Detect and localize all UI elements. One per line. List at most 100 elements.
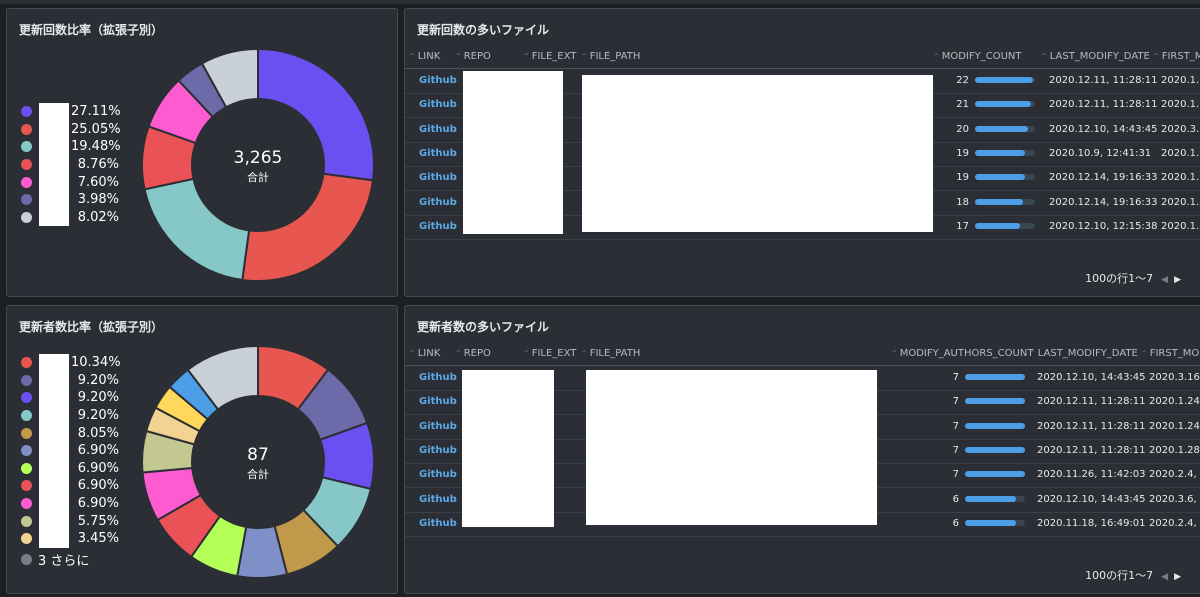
github-link[interactable]: Github [419,518,457,529]
table-header: ⌃ LINK ⌃ REPO ⌃ FILE_EXT ⌃ FILE_PATH ⌃ MODIFY… [405,343,1200,366]
count-cell: 7 [952,469,959,481]
github-link[interactable]: Github [419,396,457,407]
pie-panel-authors-count: 更新者数比率（拡張子別） 10.34% 9.20% 9.20% 9.20% 8.05% 6… [6,305,398,594]
count-cell: 18 [956,196,969,208]
last-modify-date-cell: 2020.12.11, 11:28:11 [1049,75,1158,86]
last-modify-date-cell: 2020.11.26, 11:42:03 [1037,469,1146,481]
col-header-file-ext[interactable]: ⌃ FILE_EXT [523,348,576,359]
count-bar-track [965,471,1025,478]
github-link[interactable]: Github [419,197,457,208]
first-modify-date-cell: 2020.2.4, [1149,469,1197,481]
pie-slice[interactable] [143,177,251,282]
last-modify-date-cell: 2020.12.14, 19:16:33 [1049,172,1158,184]
github-link[interactable]: Github [419,421,457,432]
count-bar-fill [975,198,1023,205]
last-modify-date-cell: 2020.12.11, 11:28:11 [1037,444,1146,456]
count-bar-track [965,398,1025,405]
count-bar-fill [965,374,1025,380]
count-bar-fill [975,174,1026,181]
first-modify-date-cell: 2020.1. [1161,220,1200,232]
pagination: 100の行1〜7 ◀ ▶ [1085,270,1181,286]
count-bar-track [975,198,1035,205]
github-link[interactable]: Github [419,99,457,110]
prev-page-icon[interactable]: ◀ [1161,572,1168,582]
github-link[interactable]: Github [419,75,457,86]
pagination-label: 100の行1〜7 [1085,569,1154,582]
github-link[interactable]: Github [419,124,457,135]
count-bar-track [965,422,1025,429]
count-bar-track [975,149,1035,156]
panel-title: 更新回数の多いファイル [417,23,550,37]
first-modify-date-cell: 2020.2.4, [1149,517,1197,529]
count-bar-fill [975,125,1028,132]
first-modify-date-cell: 2020.1.28 [1149,444,1200,456]
github-link[interactable]: Github [419,221,457,232]
col-header-last-modify-date[interactable]: ⌃ LAST_MODIFY_DATE [1041,51,1150,62]
count-cell: 6 [952,493,959,505]
count-bar-fill [965,495,1017,502]
table-panel-modify-count: 更新回数の多いファイル ⌃ LINK ⌃ REPO ⌃ FILE_EXT ⌃ FILE_… [404,8,1200,297]
last-modify-date-cell: 2020.12.10, 14:43:45 [1037,372,1146,383]
github-link[interactable]: Github [419,445,457,456]
first-modify-date-cell: 2020.3. [1161,123,1200,135]
github-link[interactable]: Github [419,494,457,505]
last-modify-date-cell: 2020.12.14, 19:16:33 [1049,196,1158,208]
donut-total-label: 合計 [247,467,269,481]
table-header: ⌃ LINK ⌃ REPO ⌃ FILE_EXT ⌃ FILE_PATH ⌃ MODIFY… [405,46,1200,69]
first-modify-date-cell: 2020.1. [1161,196,1200,208]
count-bar-fill [965,422,1025,429]
count-bar-track [965,495,1025,502]
col-header-link[interactable]: ⌃ LINK [409,51,440,62]
donut-total: 3,265 [234,148,283,168]
redacted-repo-column [463,71,563,234]
col-header-repo[interactable]: ⌃ REPO [455,348,491,359]
count-cell: 21 [956,99,969,111]
col-header-file-path[interactable]: ⌃ FILE_PATH [581,51,640,62]
panel-title: 更新者数の多いファイル [417,320,550,334]
pagination-label: 100の行1〜7 [1085,272,1154,285]
count-bar-track [975,125,1035,132]
col-header-last-modify-date[interactable]: ⌃ LAST_MODIFY_DATE [1029,348,1138,359]
first-modify-date-cell: 2020.1.24 [1149,396,1200,408]
col-header-file-ext[interactable]: ⌃ FILE_EXT [523,51,576,62]
first-modify-date-cell: 2020.3.16 [1149,372,1200,383]
col-header-first-modify-date[interactable]: ⌃ FIRST_MO [1141,348,1199,359]
github-link[interactable]: Github [419,172,457,183]
last-modify-date-cell: 2020.12.10, 14:43:45 [1049,123,1158,135]
count-bar-fill [965,398,1025,405]
col-header-modify-authors-count[interactable]: ⌃ MODIFY_AUTHORS_COUNT [891,348,1033,359]
count-cell: 7 [952,396,959,408]
last-modify-date-cell: 2020.12.11, 11:28:11 [1037,396,1146,408]
first-modify-date-cell: 2020.3.6, [1149,493,1197,505]
last-modify-date-cell: 2020.10.9, 12:41:31 [1049,147,1152,159]
prev-page-icon[interactable]: ◀ [1161,275,1168,285]
donut-chart: 3,265 合計 [141,47,375,282]
count-cell: 19 [956,147,969,159]
redacted-repo-column [462,370,554,527]
github-link[interactable]: Github [419,372,457,383]
count-bar-track [965,519,1025,526]
redacted-file-path-column [586,370,877,525]
donut-total: 87 [247,445,269,465]
count-cell: 7 [952,372,959,383]
next-page-icon[interactable]: ▶ [1174,572,1181,582]
donut-chart: 87 合計 [141,344,375,579]
next-page-icon[interactable]: ▶ [1174,275,1181,285]
col-header-modify-count[interactable]: ⌃ MODIFY_COUNT [933,51,1021,62]
github-link[interactable]: Github [419,469,457,480]
count-bar-fill [965,519,1017,526]
github-link[interactable]: Github [419,148,457,159]
last-modify-date-cell: 2020.11.18, 16:49:01 [1037,517,1146,529]
count-bar-fill [975,222,1020,229]
col-header-first-modify-date[interactable]: ⌃ FIRST_M [1153,51,1200,62]
count-bar-track [975,101,1035,108]
top-strip [0,0,1200,4]
col-header-link[interactable]: ⌃ LINK [409,348,440,359]
count-bar-fill [975,149,1026,156]
count-bar-track [965,374,1025,380]
count-bar-fill [975,101,1031,108]
count-cell: 6 [952,517,959,529]
col-header-file-path[interactable]: ⌃ FILE_PATH [581,348,640,359]
pie-slice[interactable] [241,172,375,282]
col-header-repo[interactable]: ⌃ REPO [455,51,491,62]
